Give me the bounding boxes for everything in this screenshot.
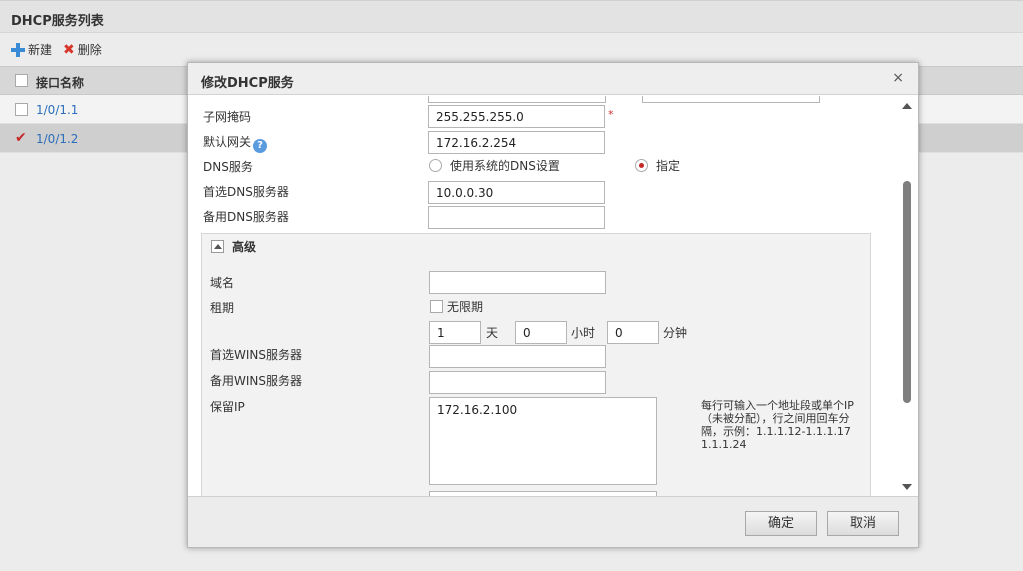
collapse-icon — [211, 240, 224, 253]
reserved-ip-hint: 每行可输入一个地址段或单个IP（未被分配），行之间用回车分隔，示例：1.1.1.… — [701, 399, 854, 451]
cancel-button[interactable]: 取消 — [827, 511, 899, 536]
help-icon[interactable]: ? — [253, 139, 268, 153]
advanced-title: 高级 — [232, 240, 257, 254]
minutes-unit: 分钟 — [663, 326, 688, 340]
row-checkbox-checked[interactable]: ✔ — [15, 131, 28, 145]
plus-icon — [11, 42, 25, 57]
scroll-up-arrow-icon[interactable] — [902, 103, 912, 109]
hours-unit: 小时 — [571, 326, 596, 340]
gateway-label: 默认网关 — [203, 135, 252, 149]
primary-dns-label: 首选DNS服务器 — [203, 185, 289, 199]
delete-button[interactable]: ✖ 删除 — [63, 41, 102, 58]
new-label: 新建 — [28, 43, 53, 57]
interface-link[interactable]: 1/0/1.2 — [36, 132, 78, 146]
primary-wins-label: 首选WINS服务器 — [210, 348, 302, 362]
required-mark: * — [608, 108, 614, 121]
edit-dhcp-dialog: 修改DHCP服务 × 子网掩码 255.255.255.0 * 默认网关? 17… — [187, 62, 919, 548]
dialog-footer: 确定 取消 — [188, 496, 918, 547]
new-button[interactable]: 新建 — [11, 41, 52, 58]
dns-system-label: 使用系统的DNS设置 — [450, 159, 560, 173]
days-unit: 天 — [486, 326, 499, 340]
dns-specify-radio[interactable]: 指定 — [635, 157, 680, 174]
dialog-header: 修改DHCP服务 × — [188, 63, 918, 95]
ok-button[interactable]: 确定 — [745, 511, 817, 536]
page-title: DHCP服务列表 — [11, 14, 104, 29]
unlimited-checkbox-row[interactable]: 无限期 — [430, 298, 483, 315]
lease-label: 租期 — [210, 301, 235, 315]
secondary-wins-label: 备用WINS服务器 — [210, 374, 302, 388]
close-icon[interactable]: × — [892, 70, 904, 86]
dialog-body: 子网掩码 255.255.255.0 * 默认网关? 172.16.2.254 … — [188, 96, 918, 496]
gateway-input[interactable]: 172.16.2.254 — [428, 131, 605, 154]
advanced-toggle[interactable]: 高级 — [211, 238, 256, 255]
delete-icon: ✖ — [63, 41, 75, 58]
delete-label: 删除 — [77, 43, 102, 57]
row-checkbox[interactable] — [15, 103, 28, 116]
lease-hours-input[interactable]: 0 — [515, 321, 567, 344]
radio-selected-icon — [635, 159, 648, 172]
domain-label: 域名 — [210, 276, 235, 290]
start-ip-input[interactable] — [428, 96, 606, 103]
secondary-dns-label: 备用DNS服务器 — [203, 210, 289, 224]
subnet-mask-input[interactable]: 255.255.255.0 — [428, 105, 605, 128]
primary-dns-input[interactable]: 10.0.0.30 — [428, 181, 605, 204]
dns-specify-label: 指定 — [656, 159, 681, 173]
dialog-title: 修改DHCP服务 — [201, 76, 294, 91]
scroll-down-arrow-icon[interactable] — [902, 484, 912, 490]
reserved-ip-label: 保留IP — [210, 400, 245, 414]
advanced-section: 高级 域名 租期 无限期 1 天 0 小时 0 分钟 首选WINS服务器 备用W… — [201, 233, 871, 496]
radio-unselected-icon — [429, 159, 442, 172]
interface-link[interactable]: 1/0/1.1 — [36, 103, 78, 117]
page-title-bar: DHCP服务列表 — [0, 0, 1023, 33]
unlimited-checkbox[interactable] — [430, 300, 443, 313]
gateway-label-row: 默认网关? — [203, 133, 268, 153]
unlimited-label: 无限期 — [447, 300, 484, 314]
dns-system-radio[interactable]: 使用系统的DNS设置 — [429, 157, 560, 174]
column-header-interface: 接口名称 — [36, 76, 85, 90]
primary-wins-input[interactable] — [429, 345, 606, 368]
secondary-wins-input[interactable] — [429, 371, 606, 394]
dialog-scrollbar[interactable] — [899, 96, 915, 496]
domain-input[interactable] — [429, 271, 606, 294]
dns-service-label: DNS服务 — [203, 160, 253, 174]
scroll-thumb[interactable] — [903, 181, 911, 403]
lease-days-input[interactable]: 1 — [429, 321, 481, 344]
lease-minutes-input[interactable]: 0 — [607, 321, 659, 344]
reserved-ip-textarea[interactable]: 172.16.2.100 — [429, 397, 657, 485]
subnet-mask-label: 子网掩码 — [203, 110, 252, 124]
end-ip-input[interactable] — [642, 96, 820, 103]
select-all-checkbox[interactable] — [15, 74, 28, 87]
secondary-dns-input[interactable] — [428, 206, 605, 229]
